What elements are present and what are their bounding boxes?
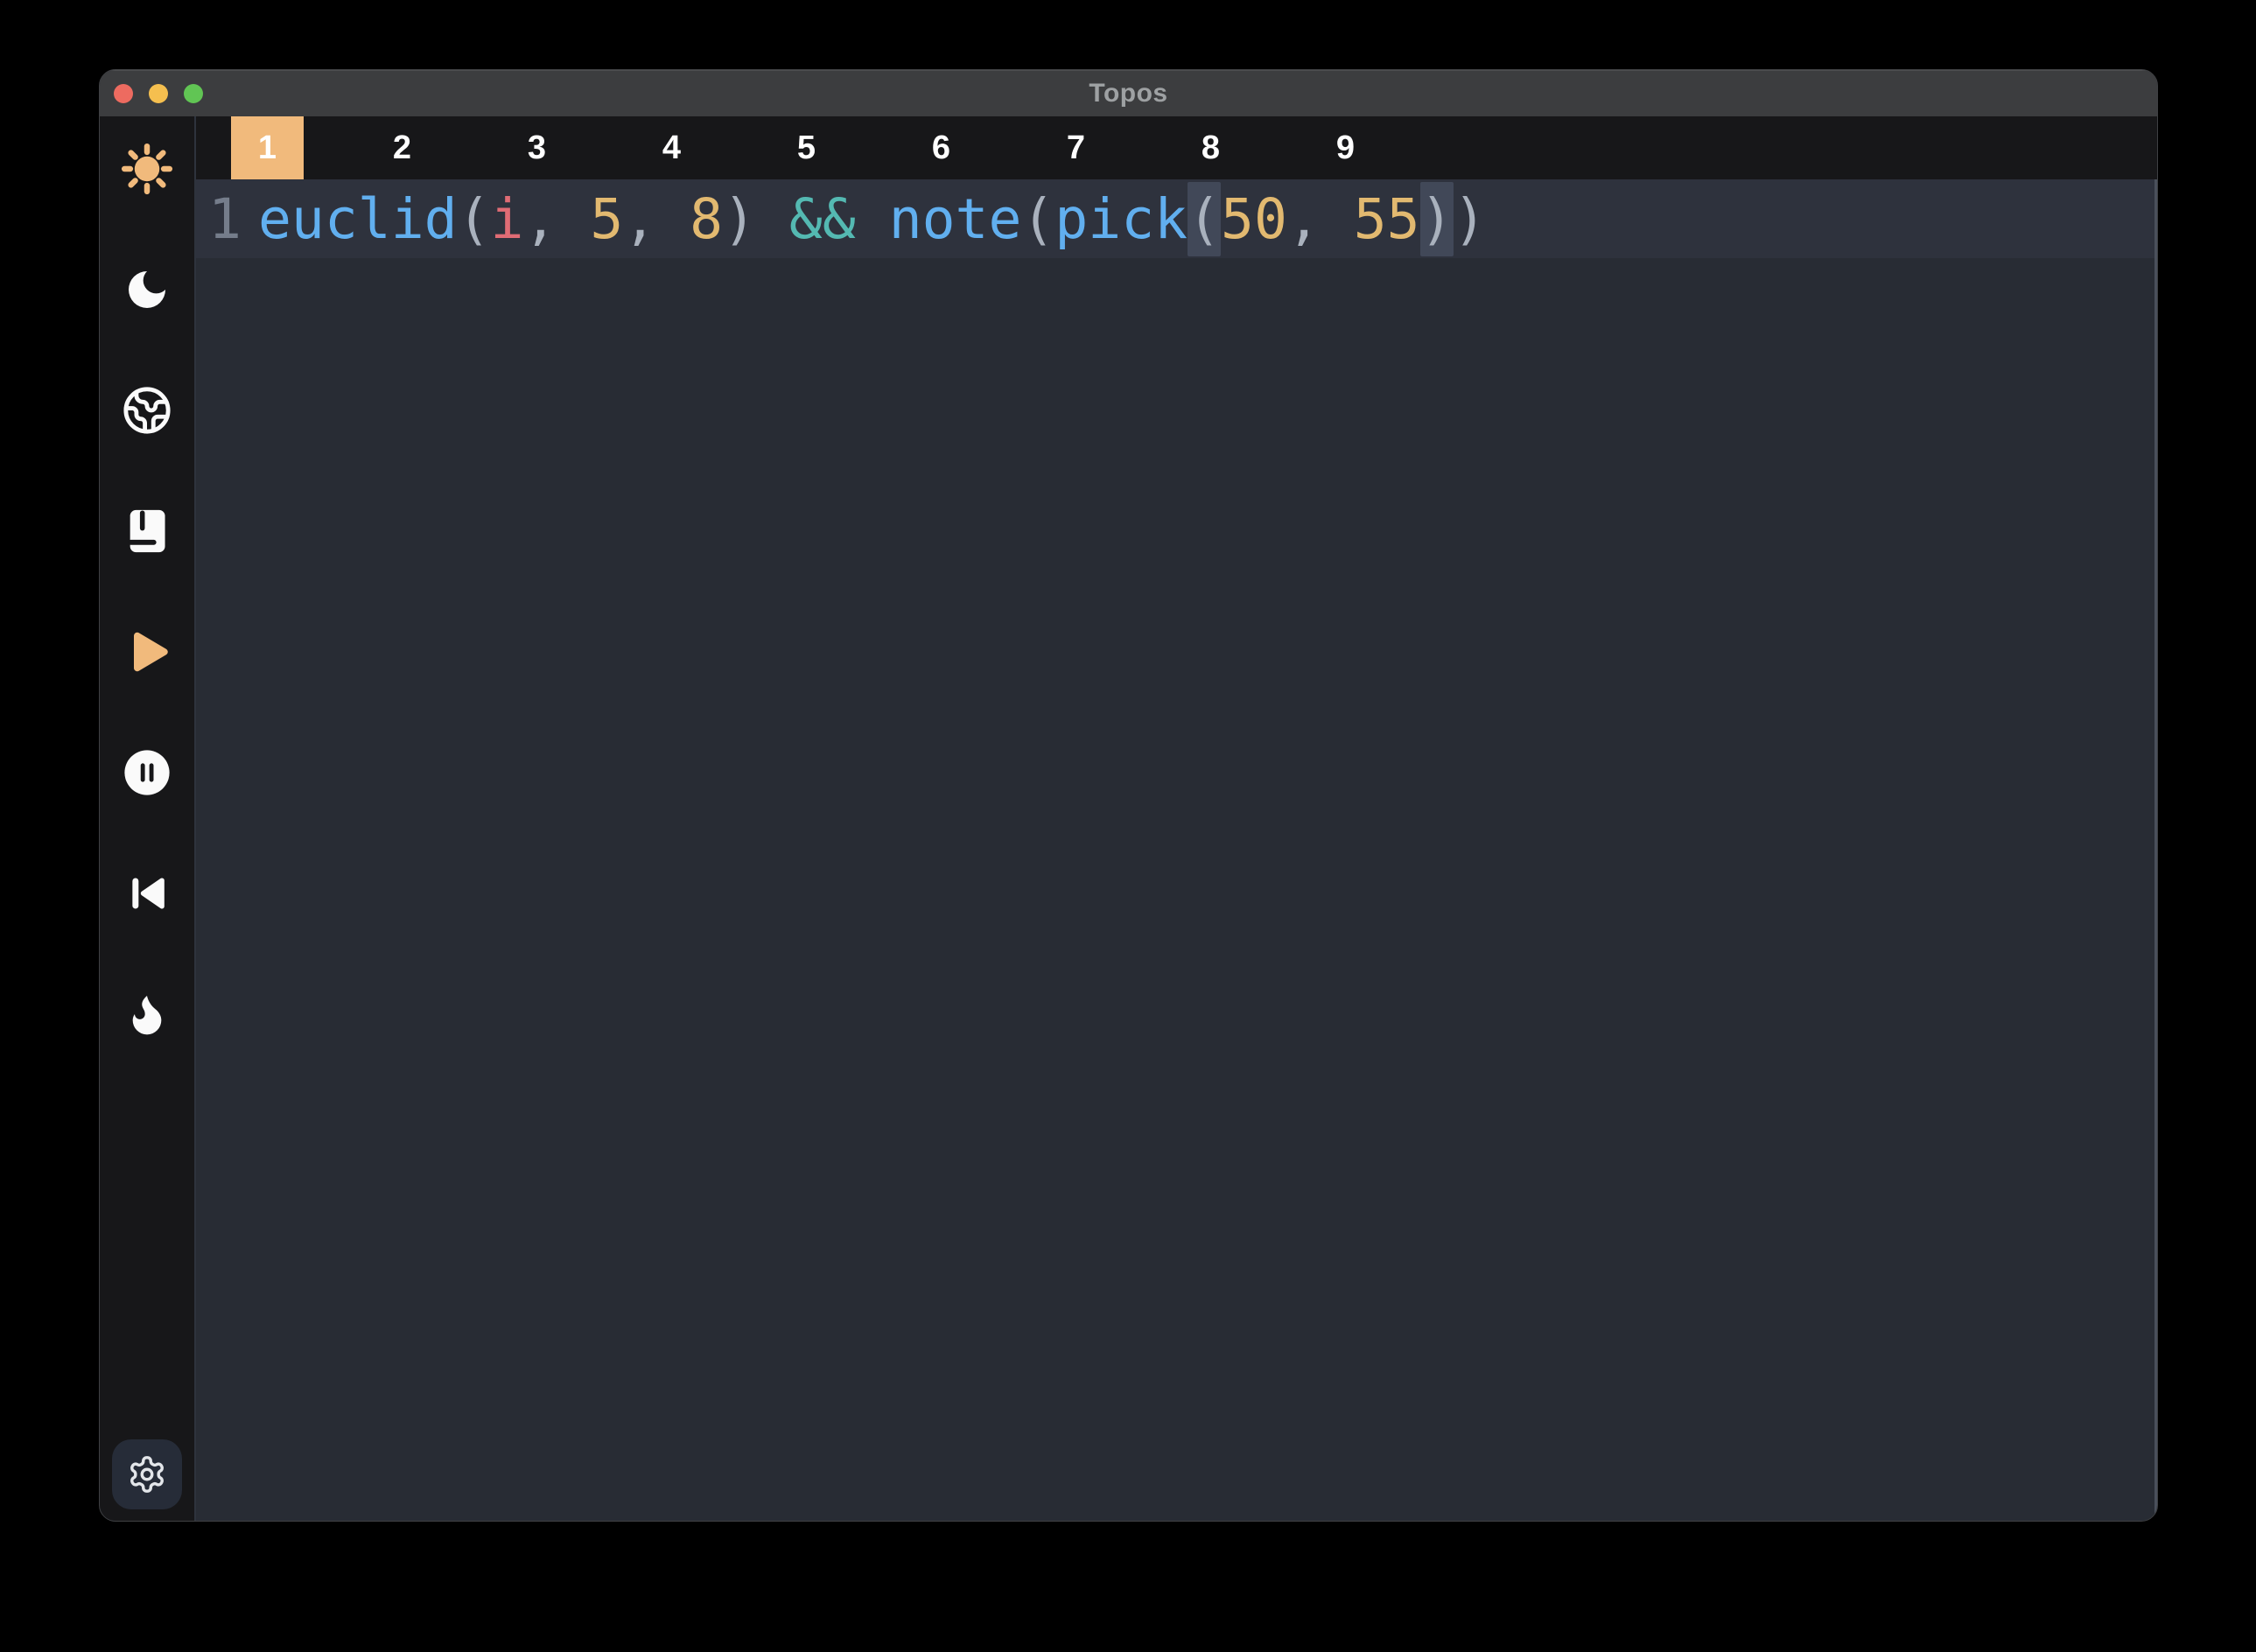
sidebar-button-flame[interactable]: [100, 954, 194, 1074]
tab-1[interactable]: 1: [231, 116, 304, 179]
earth-icon: [122, 385, 172, 436]
sidebar-button-skip-back[interactable]: [100, 833, 194, 954]
settings-button[interactable]: [112, 1439, 182, 1509]
flame-icon: [123, 990, 172, 1039]
sidebar: [100, 116, 196, 1521]
tab-4[interactable]: 4: [635, 116, 708, 179]
moon-icon: [123, 265, 172, 314]
app-window: Topos: [99, 69, 2158, 1522]
line-number: 1: [208, 187, 242, 251]
sidebar-icons: [100, 108, 194, 1074]
code-line-content: euclid(i, 5, 8) && note(pick(50, 55)): [258, 187, 1486, 251]
sidebar-footer: [112, 1439, 182, 1509]
tab-9[interactable]: 9: [1309, 116, 1382, 179]
sidebar-button-pause-circle[interactable]: [100, 712, 194, 833]
zoom-button[interactable]: [184, 84, 203, 103]
main-panel: 123456789 1 euclid(i, 5, 8) && note(pick…: [196, 116, 2157, 1521]
sun-icon: [120, 142, 174, 196]
window-content: 123456789 1 euclid(i, 5, 8) && note(pick…: [100, 116, 2157, 1521]
tab-7[interactable]: 7: [1040, 116, 1112, 179]
tab-8[interactable]: 8: [1174, 116, 1247, 179]
tab-bar: 123456789: [196, 116, 2157, 179]
sidebar-button-earth[interactable]: [100, 350, 194, 471]
close-button[interactable]: [114, 84, 133, 103]
code-editor[interactable]: 1 euclid(i, 5, 8) && note(pick(50, 55)): [196, 179, 2157, 1521]
tab-2[interactable]: 2: [366, 116, 438, 179]
sidebar-button-moon[interactable]: [100, 229, 194, 350]
tab-5[interactable]: 5: [770, 116, 843, 179]
minimize-button[interactable]: [149, 84, 168, 103]
play-icon: [121, 626, 173, 678]
skip-back-icon: [123, 870, 171, 917]
window-title: Topos: [100, 79, 2157, 108]
book-icon: [122, 506, 172, 556]
traffic-lights: [114, 84, 203, 103]
code-line: 1 euclid(i, 5, 8) && note(pick(50, 55)): [196, 179, 2154, 258]
gear-icon: [127, 1454, 167, 1494]
sidebar-button-play[interactable]: [100, 592, 194, 712]
sidebar-button-sun[interactable]: [100, 108, 194, 229]
sidebar-button-book[interactable]: [100, 471, 194, 592]
tab-3[interactable]: 3: [501, 116, 573, 179]
pause-circle-icon: [122, 747, 172, 798]
titlebar: Topos: [100, 70, 2157, 116]
tab-6[interactable]: 6: [905, 116, 977, 179]
